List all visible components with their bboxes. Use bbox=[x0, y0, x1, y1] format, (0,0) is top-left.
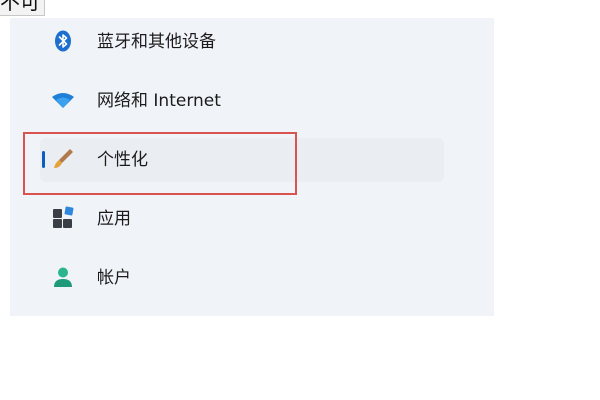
nav-item-label: 应用 bbox=[97, 209, 131, 229]
account-icon bbox=[50, 264, 76, 290]
screenshot-root: 不可 蓝牙和其他设备 网络和 Internet 个性化 应用 帐户 bbox=[0, 0, 600, 400]
annotation-highlight-box bbox=[23, 132, 297, 195]
nav-item-bluetooth-devices[interactable]: 蓝牙和其他设备 bbox=[40, 20, 444, 64]
wifi-icon bbox=[50, 87, 76, 113]
nav-item-accounts[interactable]: 帐户 bbox=[40, 256, 444, 300]
bluetooth-icon bbox=[50, 28, 76, 54]
cropped-text-fragment: 不可 bbox=[0, 0, 45, 16]
nav-item-label: 网络和 Internet bbox=[97, 91, 221, 111]
nav-item-network-internet[interactable]: 网络和 Internet bbox=[40, 79, 444, 123]
apps-icon bbox=[50, 205, 76, 231]
nav-item-apps[interactable]: 应用 bbox=[40, 197, 444, 241]
nav-item-label: 帐户 bbox=[97, 268, 131, 288]
nav-item-label: 蓝牙和其他设备 bbox=[97, 32, 216, 52]
cropped-text: 不可 bbox=[0, 0, 40, 14]
